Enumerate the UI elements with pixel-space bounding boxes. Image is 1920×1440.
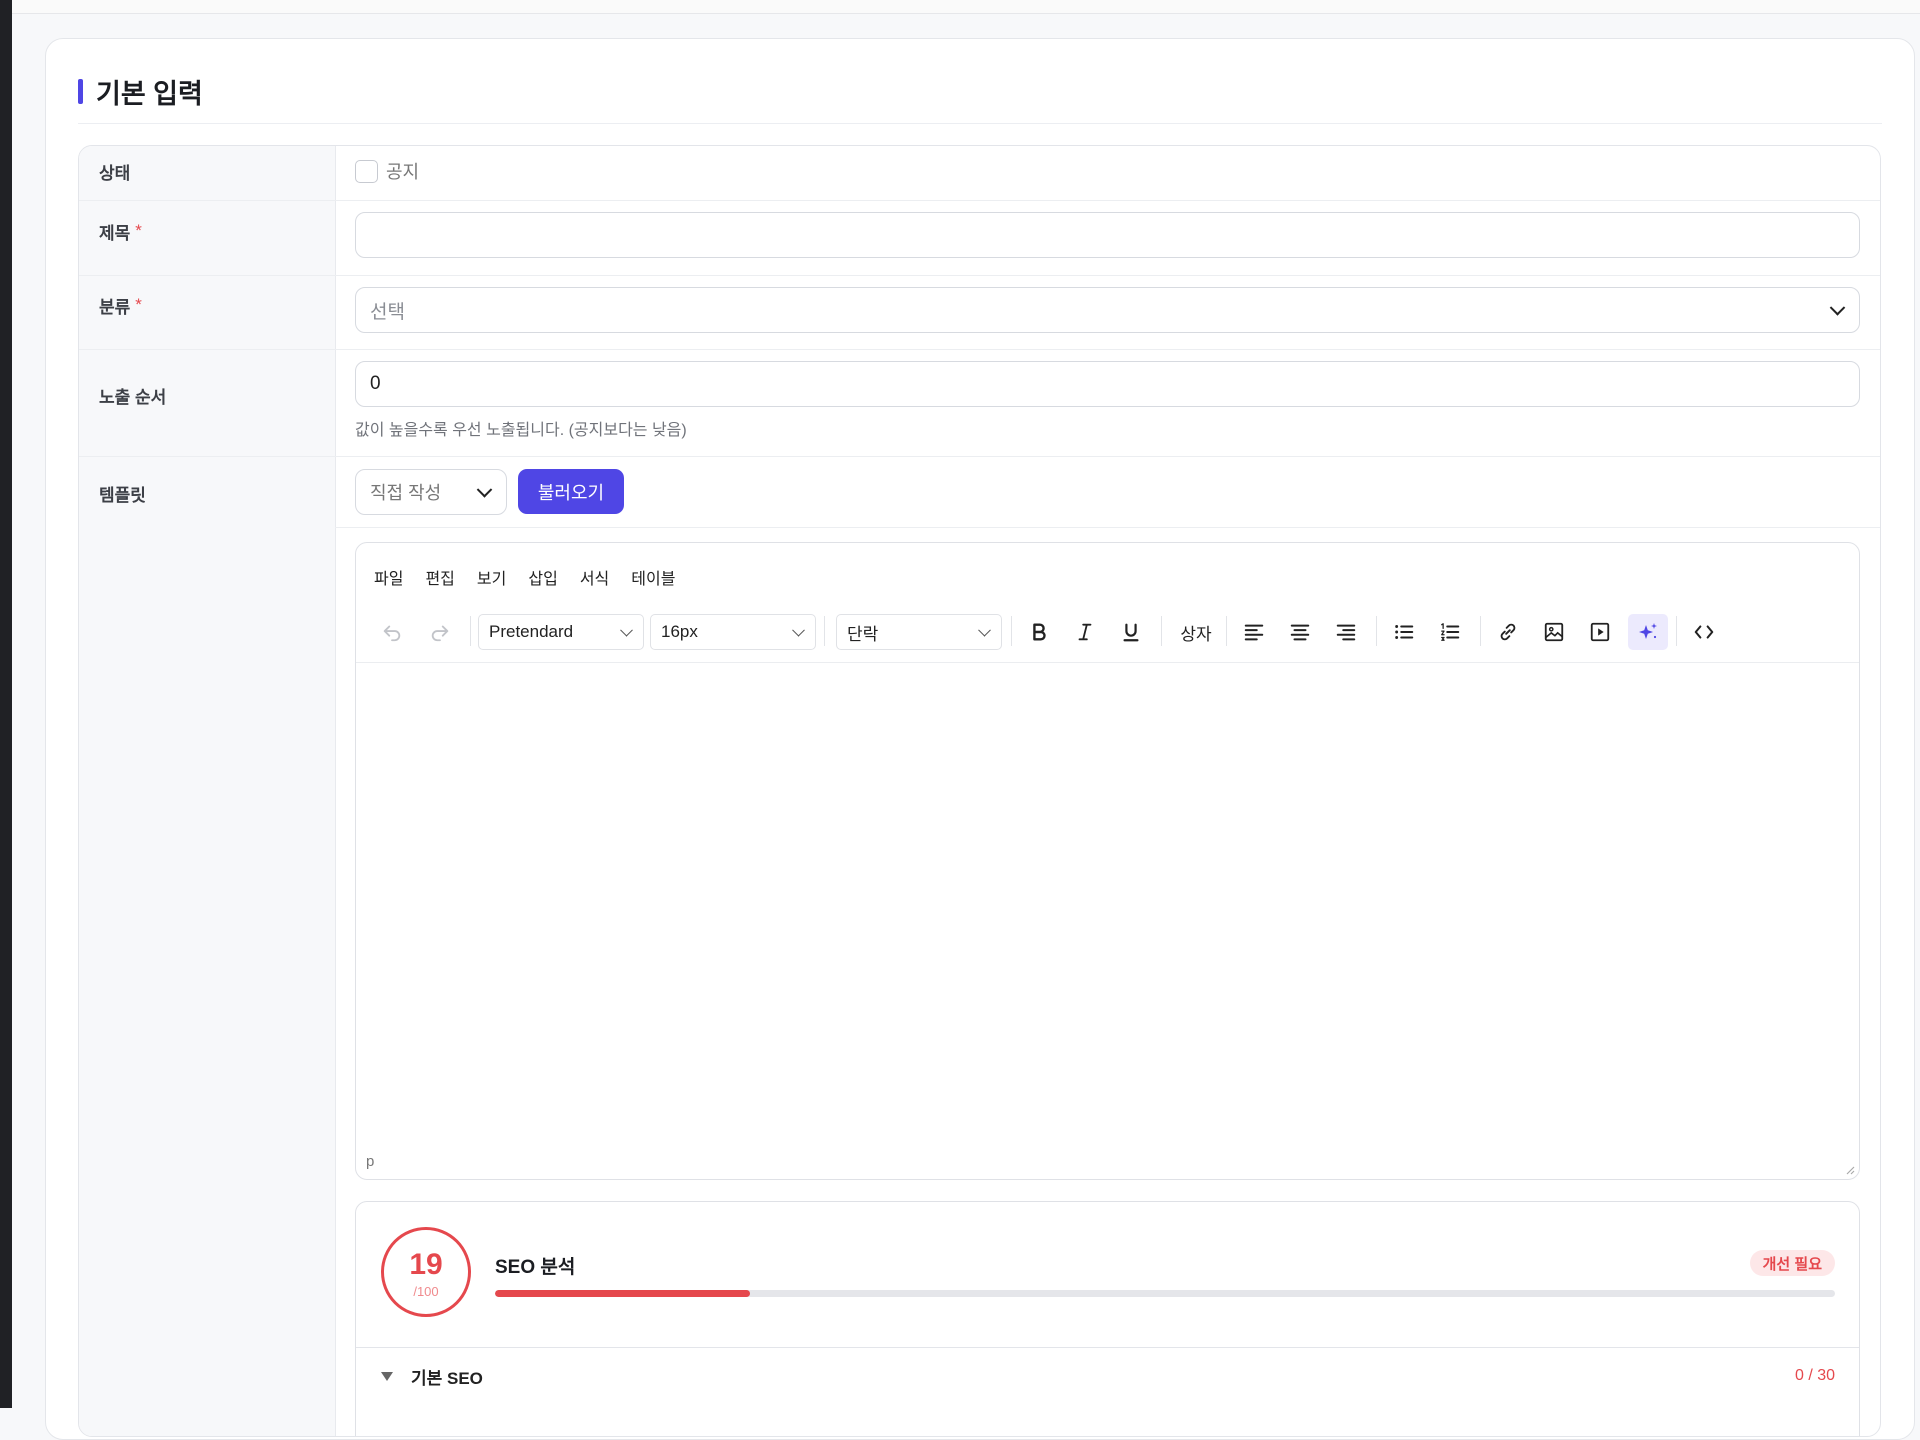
editor-menubar: 파일 편집 보기 삽입 서식 테이블 xyxy=(374,565,675,589)
link-icon[interactable] xyxy=(1490,614,1526,650)
top-bar xyxy=(12,0,1920,14)
editor-content-area[interactable] xyxy=(356,662,1859,1153)
seo-title: SEO 분석 xyxy=(495,1257,576,1278)
font-family-value: Pretendard xyxy=(489,622,574,641)
category-select[interactable]: 선택 xyxy=(355,287,1860,333)
chevron-down-icon xyxy=(978,623,991,637)
seo-score: 19 xyxy=(409,1248,443,1281)
divider xyxy=(356,1347,1859,1348)
chevron-down-icon xyxy=(620,623,633,637)
section-header: 기본 입력 xyxy=(78,74,203,109)
element-path: p xyxy=(366,1153,375,1170)
order-label: 노출 순서 xyxy=(99,382,166,408)
triangle-down-icon xyxy=(381,1372,393,1381)
ai-sparkle-icon[interactable] xyxy=(1628,614,1668,650)
seo-progress-fill xyxy=(495,1290,750,1297)
template-label-text: 템플릿 xyxy=(99,485,146,505)
row-divider xyxy=(79,200,1880,201)
divider xyxy=(78,123,1882,124)
seo-analysis-panel: 19 /100 SEO 분석 개선 필요 기본 SEO 0 / 30 xyxy=(355,1201,1860,1436)
order-label-text: 노출 순서 xyxy=(99,387,167,407)
toolbar-divider xyxy=(470,616,471,646)
bullet-list-icon[interactable] xyxy=(1386,614,1422,650)
seo-section-toggle[interactable]: 기본 SEO xyxy=(381,1364,483,1389)
font-size-value: 16px xyxy=(661,622,698,641)
toolbar-divider xyxy=(1376,616,1377,646)
redo-icon[interactable] xyxy=(422,614,458,650)
box-button-label: 상자 xyxy=(1180,624,1212,644)
toolbar-divider xyxy=(824,616,825,646)
toolbar-divider xyxy=(1161,616,1162,646)
toolbar-divider xyxy=(1676,616,1677,646)
template-select[interactable]: 직접 작성 xyxy=(355,469,507,515)
category-select-placeholder: 선택 xyxy=(370,301,405,323)
seo-score-ring: 19 /100 xyxy=(381,1227,471,1317)
left-edge-strip xyxy=(0,0,12,1408)
chevron-down-icon xyxy=(476,482,493,498)
align-right-icon[interactable] xyxy=(1328,614,1364,650)
title-label: 제목 * xyxy=(99,218,142,244)
row-divider xyxy=(79,275,1880,276)
seo-progress-bar xyxy=(495,1290,1835,1297)
align-center-icon[interactable] xyxy=(1282,614,1318,650)
box-button[interactable]: 상자 xyxy=(1174,614,1218,650)
template-label: 템플릿 xyxy=(99,480,146,506)
menu-view[interactable]: 보기 xyxy=(477,565,506,589)
toolbar-divider xyxy=(1011,616,1012,646)
chevron-down-icon xyxy=(792,623,805,637)
toolbar-divider xyxy=(1480,616,1481,646)
section-accent-bar xyxy=(78,78,83,104)
notice-checkbox-label: 공지 xyxy=(386,162,420,182)
seo-section-score: 0 / 30 xyxy=(1794,1367,1835,1384)
menu-format[interactable]: 서식 xyxy=(580,565,609,589)
image-icon[interactable] xyxy=(1536,614,1572,650)
title-label-text: 제목 xyxy=(99,223,131,243)
order-input-value: 0 xyxy=(370,373,381,394)
block-format-select[interactable]: 단락 xyxy=(836,614,1002,650)
undo-icon[interactable] xyxy=(374,614,410,650)
media-icon[interactable] xyxy=(1582,614,1618,650)
menu-insert[interactable]: 삽입 xyxy=(528,565,557,589)
seo-score-max: /100 xyxy=(413,1284,439,1299)
notice-checkbox[interactable] xyxy=(355,159,378,183)
form-table: 상태 공지 제목 * 분류 * 선택 노출 순서 0 값이 높을수록 우선 노출… xyxy=(78,145,1881,1437)
template-select-value: 직접 작성 xyxy=(370,483,442,503)
required-mark: * xyxy=(135,295,142,314)
menu-edit[interactable]: 편집 xyxy=(425,565,454,589)
toolbar-divider xyxy=(1226,616,1227,646)
menu-file[interactable]: 파일 xyxy=(374,565,403,589)
status-label-text: 상태 xyxy=(99,163,131,183)
title-input[interactable] xyxy=(355,212,1860,258)
align-left-icon[interactable] xyxy=(1236,614,1272,650)
resize-handle-icon[interactable] xyxy=(1843,1163,1855,1175)
status-label: 상태 xyxy=(99,158,130,184)
load-template-button[interactable]: 불러오기 xyxy=(518,469,624,514)
row-divider xyxy=(335,527,1880,528)
menu-table[interactable]: 테이블 xyxy=(631,565,675,589)
block-format-value: 단락 xyxy=(847,624,879,644)
status-badge: 개선 필요 xyxy=(1749,1250,1835,1276)
row-divider xyxy=(79,349,1880,350)
row-divider xyxy=(79,456,1880,457)
required-mark: * xyxy=(135,221,142,240)
chevron-down-icon xyxy=(1829,300,1846,316)
order-help-text: 값이 높을수록 우선 노출됩니다. (공지보다는 낮음) xyxy=(355,422,687,439)
seo-section-title: 기본 SEO xyxy=(411,1369,483,1388)
font-family-select[interactable]: Pretendard xyxy=(478,614,644,650)
italic-icon[interactable] xyxy=(1067,614,1103,650)
order-input[interactable]: 0 xyxy=(355,361,1860,407)
notice-checkbox-wrap[interactable]: 공지 xyxy=(355,158,419,184)
section-title: 기본 입력 xyxy=(96,78,203,109)
bold-icon[interactable] xyxy=(1021,614,1057,650)
font-size-select[interactable]: 16px xyxy=(650,614,816,650)
rich-text-editor: 파일 편집 보기 삽입 서식 테이블 Pretendard 16px 단락 상자… xyxy=(355,542,1860,1180)
editor-toolbar: Pretendard 16px 단락 상자 xyxy=(356,608,1859,656)
label-column xyxy=(79,146,336,1436)
category-label: 분류 * xyxy=(99,292,142,318)
editor-statusbar: p xyxy=(356,1149,1859,1179)
category-label-text: 분류 xyxy=(99,297,131,317)
underline-icon[interactable] xyxy=(1113,614,1149,650)
code-icon[interactable] xyxy=(1686,614,1722,650)
numbered-list-icon[interactable] xyxy=(1432,614,1468,650)
